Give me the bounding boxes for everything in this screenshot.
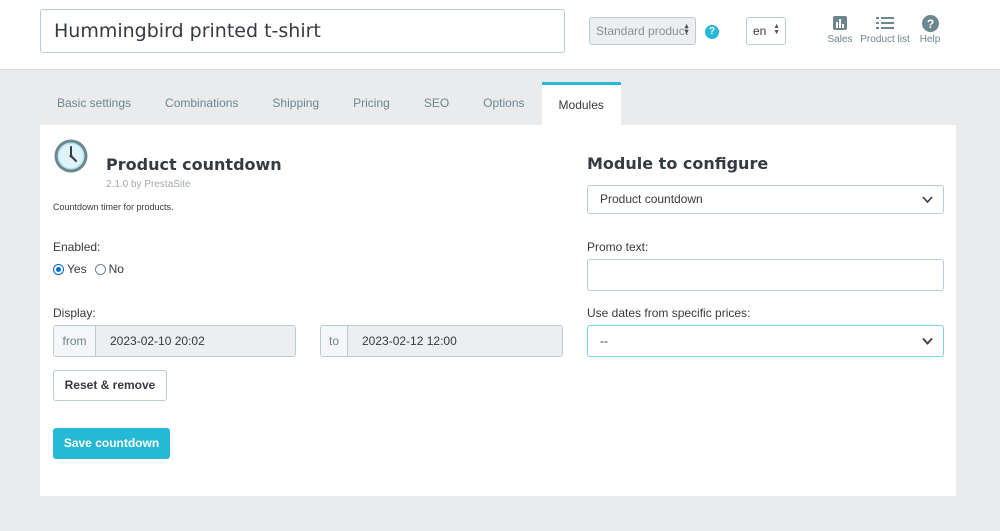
enabled-radio-group: Yes No — [53, 262, 132, 276]
save-countdown-button[interactable]: Save countdown — [53, 428, 170, 459]
modules-panel: Product countdown 2.1.0 by PrestaSite Co… — [40, 125, 956, 496]
tab-basic-settings[interactable]: Basic settings — [40, 82, 148, 125]
enabled-yes-radio[interactable] — [53, 263, 64, 275]
date-from-input[interactable]: 2023-02-10 20:02 — [96, 326, 295, 356]
date-to-input[interactable]: 2023-02-12 12:00 — [348, 326, 562, 356]
language-value: en — [753, 24, 767, 38]
specific-prices-label: Use dates from specific prices: — [587, 306, 751, 320]
module-select[interactable]: Product countdown — [587, 185, 944, 214]
tab-modules[interactable]: Modules — [541, 82, 621, 125]
sales-link[interactable]: Sales — [826, 14, 854, 45]
enabled-yes-option[interactable]: Yes — [53, 262, 87, 276]
product-tabs: Basic settings Combinations Shipping Pri… — [40, 82, 621, 125]
tab-pricing[interactable]: Pricing — [336, 82, 407, 125]
chevron-down-icon — [922, 326, 933, 368]
list-icon — [858, 14, 912, 32]
enabled-label: Enabled: — [53, 240, 101, 254]
date-from-group: from 2023-02-10 20:02 — [53, 325, 296, 357]
product-type-value: Standard product — [596, 24, 689, 38]
clock-icon — [53, 138, 88, 173]
help-icon: ? — [916, 14, 944, 32]
product-type-help-icon[interactable]: ? — [705, 25, 719, 39]
help-link[interactable]: ? Help — [916, 14, 944, 45]
select-arrows-icon: ▲ ▼ — [683, 23, 690, 36]
date-from-addon: from — [54, 326, 96, 356]
reset-remove-button[interactable]: Reset & remove — [53, 370, 167, 401]
product-type-select[interactable]: Standard product ▲ ▼ — [589, 17, 696, 45]
configure-title: Module to configure — [587, 154, 769, 173]
module-version: 2.1.0 by PrestaSite — [106, 179, 191, 190]
bar-chart-icon — [826, 14, 854, 32]
module-description: Countdown timer for products. — [53, 202, 174, 212]
tab-seo[interactable]: SEO — [407, 82, 466, 125]
specific-prices-value: -- — [600, 334, 608, 348]
date-to-group: to 2023-02-12 12:00 — [320, 325, 563, 357]
svg-text:?: ? — [926, 17, 933, 31]
enabled-no-option[interactable]: No — [94, 262, 124, 276]
tab-options[interactable]: Options — [466, 82, 541, 125]
language-select[interactable]: en ▲ ▼ — [746, 17, 786, 45]
tab-shipping[interactable]: Shipping — [255, 82, 336, 125]
chevron-down-icon — [922, 186, 933, 224]
enabled-no-radio[interactable] — [94, 263, 106, 275]
product-header: Standard product ▲▼ ? en ▲▼ Sales Produc… — [0, 0, 1000, 70]
enabled-yes-label: Yes — [67, 262, 87, 276]
promo-text-input[interactable] — [587, 259, 944, 291]
display-label: Display: — [53, 306, 96, 320]
specific-prices-select[interactable]: -- — [587, 325, 944, 357]
help-label: Help — [919, 34, 941, 45]
product-list-label: Product list — [860, 34, 910, 45]
module-title: Product countdown — [106, 155, 282, 174]
product-name-input[interactable] — [40, 9, 565, 53]
tab-combinations[interactable]: Combinations — [148, 82, 255, 125]
enabled-no-label: No — [108, 262, 124, 276]
select-arrows-icon: ▲ ▼ — [773, 23, 780, 36]
module-select-value: Product countdown — [600, 192, 703, 206]
sales-label: Sales — [827, 34, 853, 45]
product-list-link[interactable]: Product list — [858, 14, 912, 45]
promo-text-label: Promo text: — [587, 240, 649, 254]
date-to-addon: to — [321, 326, 348, 356]
